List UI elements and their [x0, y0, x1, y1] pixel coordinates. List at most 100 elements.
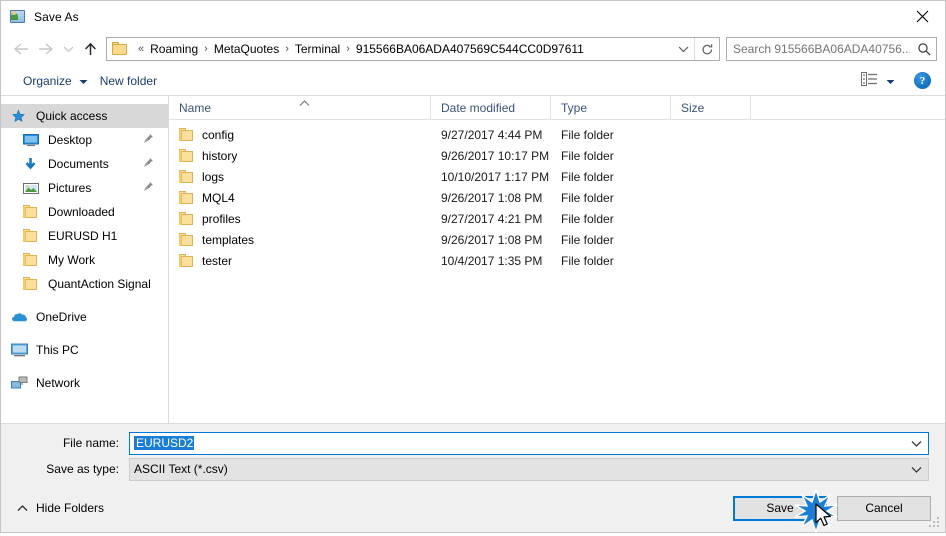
documents-icon [23, 156, 43, 172]
folder-icon [179, 232, 195, 247]
folder-icon [179, 148, 195, 163]
up-button[interactable] [77, 36, 103, 62]
sidebar-item-onedrive[interactable]: OneDrive [1, 305, 168, 329]
back-button[interactable] [7, 36, 33, 62]
file-name-label: config [202, 127, 235, 142]
folder-icon [179, 190, 195, 205]
pin-icon[interactable] [143, 157, 154, 171]
save-as-type-select[interactable]: ASCII Text (*.csv) [129, 457, 929, 481]
folder-icon [179, 127, 195, 142]
folder-icon [23, 276, 43, 292]
file-name-label: File name: [62, 436, 119, 450]
pin-icon[interactable] [143, 133, 154, 147]
sidebar-item-downloaded[interactable]: Downloaded [1, 200, 168, 224]
sidebar-item-documents[interactable]: Documents [1, 152, 168, 176]
chevron-down-icon[interactable] [672, 38, 694, 60]
save-as-type-label: Save as type: [46, 462, 119, 476]
table-row[interactable]: history 9/26/2017 10:17 PM File folder [169, 145, 945, 166]
table-row[interactable]: templates 9/26/2017 1:08 PM File folder [169, 229, 945, 250]
table-row[interactable]: config 9/27/2017 4:44 PM File folder [169, 124, 945, 145]
folder-icon [112, 42, 129, 56]
sidebar-item-my-work[interactable]: My Work [1, 248, 168, 272]
file-date-cell: 9/26/2017 10:17 PM [441, 148, 550, 163]
sidebar-item-label: This PC [36, 343, 79, 357]
breadcrumb-item-terminal-id[interactable]: 915566BA06ADA407569C544CC0D97611 [355, 42, 585, 56]
table-row[interactable]: profiles 9/27/2017 4:21 PM File folder [169, 208, 945, 229]
star-icon [11, 108, 31, 124]
address-bar[interactable]: « Roaming › MetaQuotes › Terminal › 9155… [106, 37, 720, 61]
cancel-button[interactable]: Cancel [837, 495, 931, 521]
file-type-cell: File folder [561, 148, 614, 163]
save-as-type-value: ASCII Text (*.csv) [134, 462, 228, 476]
file-name-cell: logs [169, 169, 431, 184]
search-box[interactable] [726, 37, 937, 61]
sidebar-item-eurusd-h1[interactable]: EURUSD H1 [1, 224, 168, 248]
search-input[interactable] [727, 41, 912, 57]
file-date-cell: 9/26/2017 1:08 PM [441, 232, 543, 247]
file-name-label: profiles [202, 211, 241, 226]
organize-button[interactable]: Organize [17, 71, 94, 91]
file-name-input[interactable]: EURUSD2 [129, 431, 929, 455]
file-type-cell: File folder [561, 190, 614, 205]
sidebar-item-pictures[interactable]: Pictures [1, 176, 168, 200]
help-button[interactable]: ? [914, 72, 931, 89]
sidebar-item-label: Downloaded [48, 205, 115, 219]
sidebar-item-label: My Work [48, 253, 96, 267]
breadcrumb-item-roaming[interactable]: Roaming [149, 42, 199, 56]
folder-icon [23, 252, 43, 268]
resize-grip[interactable] [929, 517, 941, 529]
sidebar-item-network[interactable]: Network [1, 371, 168, 395]
recent-locations-button[interactable] [59, 36, 77, 62]
search-icon[interactable] [912, 42, 936, 56]
table-row[interactable]: tester 10/4/2017 1:35 PM File folder [169, 250, 945, 271]
file-list-pane: Name Date modified Type Size config 9/27… [169, 96, 945, 423]
file-list-rows: config 9/27/2017 4:44 PM File folder his… [169, 120, 945, 423]
hide-folders-button[interactable]: Hide Folders [11, 497, 110, 519]
sidebar-item-label: QuantAction Signal [48, 277, 151, 291]
table-row[interactable]: logs 10/10/2017 1:17 PM File folder [169, 166, 945, 187]
file-type-cell: File folder [561, 211, 614, 226]
file-type-cell: File folder [561, 253, 614, 268]
column-header-name[interactable]: Name [169, 96, 431, 119]
close-icon[interactable] [899, 1, 945, 31]
view-layout-icon [861, 72, 878, 89]
file-name-label: MQL4 [202, 190, 235, 205]
dialog-body: Quick access Desktop Documents Pictures … [1, 96, 945, 423]
table-row[interactable]: MQL4 9/26/2017 1:08 PM File folder [169, 187, 945, 208]
sidebar-item-quick-access[interactable]: Quick access [1, 104, 168, 128]
file-name-label: logs [202, 169, 225, 184]
file-name-selected-text: EURUSD2 [134, 436, 195, 450]
new-folder-button[interactable]: New folder [94, 71, 163, 91]
sidebar-item-this-pc[interactable]: This PC [1, 338, 168, 362]
window-title: Save As [34, 9, 79, 24]
refresh-icon[interactable] [694, 38, 719, 60]
sidebar-item-desktop[interactable]: Desktop [1, 128, 168, 152]
save-button[interactable]: Save [733, 495, 827, 521]
column-header-size[interactable]: Size [671, 96, 751, 119]
save-as-app-icon [10, 9, 26, 25]
new-folder-label: New folder [99, 73, 158, 88]
sidebar-item-label: Network [36, 376, 81, 390]
forward-button[interactable] [33, 36, 59, 62]
breadcrumb-item-terminal[interactable]: Terminal [294, 42, 341, 56]
column-header-date-modified[interactable]: Date modified [431, 96, 551, 119]
pin-icon[interactable] [143, 181, 154, 195]
sidebar-item-label: Documents [48, 157, 109, 171]
chevron-down-icon[interactable] [904, 433, 928, 454]
sidebar-item-label: Pictures [48, 181, 92, 195]
breadcrumb-overflow[interactable]: « [133, 43, 149, 55]
navigation-sidebar: Quick access Desktop Documents Pictures … [1, 96, 169, 423]
sort-ascending-icon [299, 96, 310, 110]
sidebar-item-label: OneDrive [36, 310, 87, 324]
file-name-cell: profiles [169, 211, 431, 226]
column-header-type[interactable]: Type [551, 96, 671, 119]
sidebar-item-quantaction-signal[interactable]: QuantAction Signal [1, 272, 168, 296]
save-as-type-row: Save as type: ASCII Text (*.csv) [17, 457, 929, 481]
onedrive-cloud-icon [11, 309, 31, 325]
file-date-cell: 9/27/2017 4:44 PM [441, 127, 543, 142]
chevron-down-icon[interactable] [904, 459, 928, 480]
view-layout-button[interactable] [856, 69, 900, 92]
breadcrumb-item-metaquotes[interactable]: MetaQuotes [213, 42, 280, 56]
file-name-cell: MQL4 [169, 190, 431, 205]
